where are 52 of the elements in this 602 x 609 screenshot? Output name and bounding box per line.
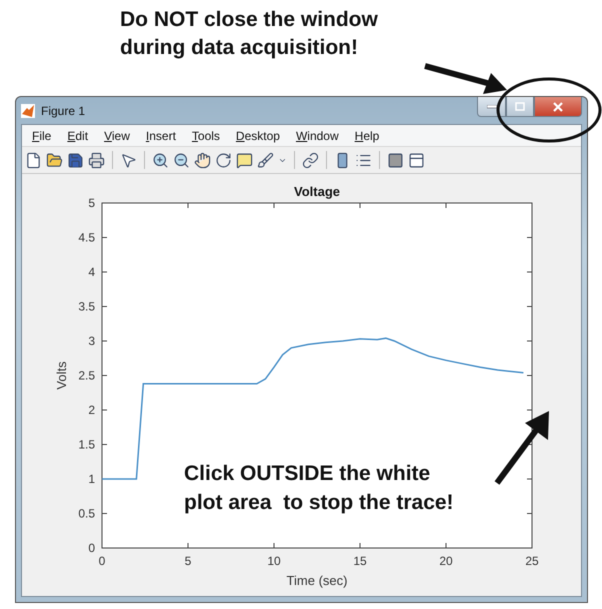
zoom-out-icon[interactable] [173, 152, 190, 168]
menu-item[interactable]: View [96, 128, 138, 142]
hand-icon[interactable] [194, 152, 211, 168]
x-axis-label: Time (sec) [286, 573, 348, 588]
square-icon[interactable] [387, 152, 404, 168]
maximize-button[interactable] [506, 97, 534, 117]
x-tick-label: 20 [439, 554, 453, 568]
y-tick-label: 3.5 [78, 300, 95, 314]
instruction-text: Click OUTSIDE the white plot area to stop the trace! [184, 461, 454, 516]
rotate-icon[interactable] [215, 152, 232, 168]
x-tick-label: 5 [184, 554, 192, 568]
window-title: Figure 1 [41, 104, 86, 118]
annotation-text: during data acquisition! [120, 35, 360, 61]
y-tick-label: 1 [88, 472, 95, 486]
y-tick-label: 1.5 [78, 438, 95, 452]
data-cursor-icon[interactable] [236, 152, 253, 168]
open-folder-icon[interactable] [46, 152, 63, 168]
y-tick-label: 4.5 [78, 230, 95, 244]
chart-title: Voltage [294, 184, 340, 199]
y-axis-label: Volts [54, 361, 69, 390]
annotation-text: Do NOT close the window [120, 7, 379, 33]
link-plot-icon[interactable] [302, 152, 319, 168]
menu-item[interactable]: Edit [59, 128, 96, 142]
menu-item[interactable]: Help [346, 128, 388, 142]
zoom-in-icon[interactable] [152, 152, 169, 168]
close-button[interactable] [534, 97, 582, 117]
y-tick-label: 4 [88, 265, 95, 279]
new-file-icon[interactable] [25, 152, 42, 168]
y-tick-label: 2 [88, 403, 95, 417]
save-icon[interactable] [67, 152, 84, 168]
minimize-icon [486, 104, 496, 108]
maximize-icon [515, 102, 525, 111]
y-tick-label: 3 [88, 334, 95, 348]
menu-item[interactable]: File [24, 128, 60, 142]
close-icon [553, 102, 563, 112]
y-tick-label: 0 [88, 541, 95, 555]
y-tick-label: 5 [88, 196, 95, 210]
brush-icon[interactable] [257, 152, 274, 168]
x-tick-label: 10 [267, 554, 281, 568]
y-tick-label: 0.5 [78, 506, 95, 520]
x-tick-label: 0 [98, 554, 106, 568]
menu-item[interactable]: Window [288, 128, 347, 142]
menu-item[interactable]: Insert [138, 128, 184, 142]
pointer-icon[interactable] [120, 152, 137, 168]
x-tick-label: 15 [353, 554, 367, 568]
printer-icon[interactable] [88, 152, 105, 168]
menu-item[interactable]: Tools [184, 128, 228, 142]
app-logo-icon [21, 104, 35, 118]
menu-item[interactable]: Desktop [228, 128, 288, 142]
window-icon[interactable] [408, 152, 425, 168]
y-tick-label: 2.5 [78, 368, 95, 382]
x-tick-label: 25 [525, 554, 539, 568]
